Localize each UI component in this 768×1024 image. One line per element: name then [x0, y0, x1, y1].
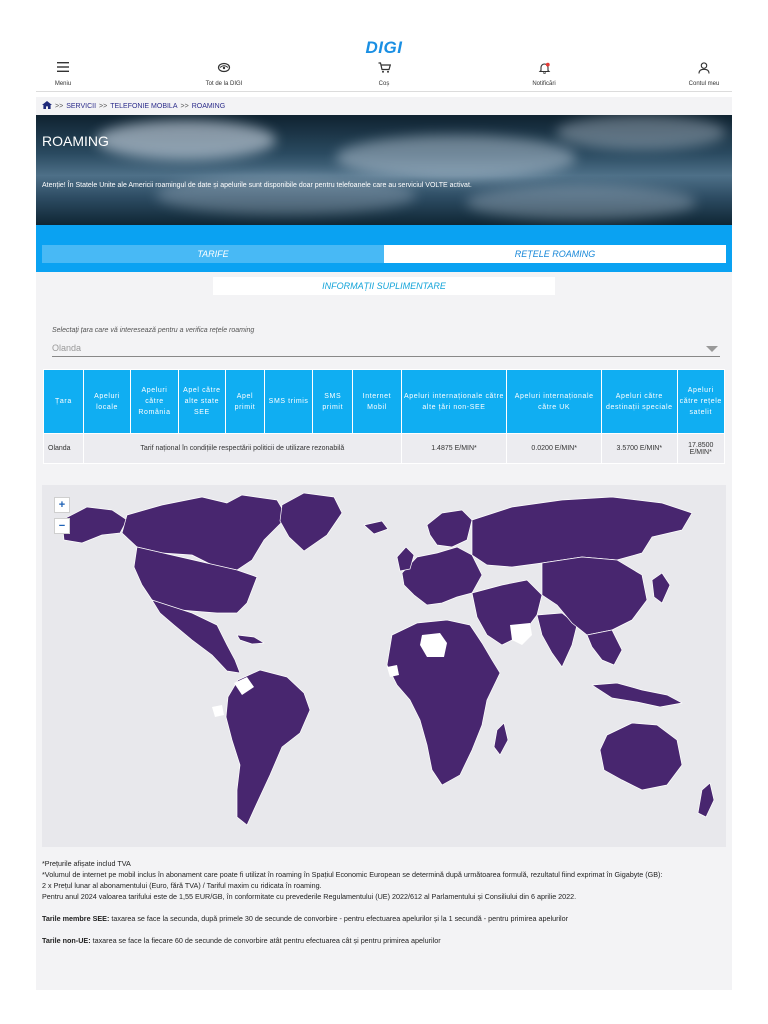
hero-banner: ROAMING Atenție! În Statele Unite ale Am…: [36, 115, 732, 225]
map-region-new-zealand: [697, 782, 715, 818]
th-apel-see: Apel către alte state SEE: [177, 369, 227, 434]
hero-cloud: [336, 135, 576, 180]
country-select-label: Selectați țara care vă interesează pentr…: [52, 327, 255, 334]
footnote-non-ue-label: Tarile non-UE:: [42, 936, 91, 945]
footnote-see-label: Tarile membre SEE:: [42, 914, 110, 923]
map-region-excluded-afghanistan: [510, 623, 532, 645]
th-apeluri-locale: Apeluri locale: [82, 369, 132, 434]
chevron-down-icon[interactable]: [706, 346, 718, 352]
th-sms-trimis: SMS trimis: [263, 369, 314, 434]
tab-tarife[interactable]: TARIFE: [42, 245, 384, 263]
digi-logo[interactable]: DIGI: [0, 38, 768, 58]
tab-retele-roaming[interactable]: REȚELE ROAMING: [384, 245, 726, 263]
page-title: ROAMING: [42, 133, 109, 149]
footnote-non-ue: Tarile non-UE: taxarea se face la fiecar…: [42, 935, 726, 946]
map-region-japan: [651, 572, 671, 604]
th-apeluri-non-see: Apeluri internaționale către alte țări n…: [400, 369, 508, 434]
cell-special: 3.5700 E/MIN*: [601, 433, 678, 464]
volte-notice: Atenție! În Statele Unite ale Americii r…: [42, 182, 472, 189]
cell-satellite: 17.8500 E/MIN*: [676, 433, 726, 464]
breadcrumb: >> SERVICII >> TELEFONIE MOBILA >> ROAMI…: [42, 101, 225, 111]
nav-notificari-label: Notificări: [532, 81, 556, 87]
nav-cos-label: Coș: [378, 81, 390, 87]
user-icon: [669, 62, 739, 80]
nav-digi-label: Tot de la DIGI: [205, 81, 243, 87]
th-apel-primit: Apel primit: [225, 369, 265, 434]
breadcrumb-roaming[interactable]: ROAMING: [192, 103, 225, 110]
breadcrumb-separator: >>: [180, 102, 189, 110]
map-region-madagascar: [493, 722, 509, 756]
map-region-caribbean: [236, 634, 265, 645]
footnote-see: Tarile membre SEE: taxarea se face la se…: [42, 913, 726, 924]
hero-cloud: [96, 120, 276, 160]
cell-national-tariff: Tarif național în condițiile respectării…: [82, 433, 402, 464]
country-select-value: Olanda: [52, 343, 82, 353]
map-region-scandinavia: [426, 509, 473, 548]
nav-tot-de-la-digi[interactable]: Tot de la DIGI: [189, 60, 259, 87]
map-region-iceland: [363, 520, 389, 535]
map-region-alaska: [61, 506, 128, 544]
footnotes: *Prețurile afișate includ TVA *Volumul d…: [42, 858, 726, 946]
map-zoom-out-button[interactable]: −: [54, 518, 70, 534]
map-region-south-america: [225, 669, 311, 826]
logo-text: DIGI: [365, 38, 403, 57]
menu-icon: [28, 62, 98, 80]
world-map-svg[interactable]: [42, 485, 726, 847]
map-region-australia: [599, 722, 683, 791]
nav-cos[interactable]: Coș: [349, 60, 419, 87]
map-region-greenland: [279, 492, 343, 552]
map-region-russia: [471, 496, 693, 568]
country-select[interactable]: Olanda: [52, 341, 720, 357]
footnote-see-text: taxarea se face la secunda, după primele…: [109, 914, 569, 923]
th-retele-satelit: Apeluri către rețele satelit: [676, 369, 726, 434]
footnote-formula: 2 x Prețul lunar al abonamentului (Euro,…: [42, 881, 322, 890]
roaming-rates-table: Țara Apeluri locale Apeluri către Români…: [43, 369, 726, 464]
roaming-world-map[interactable]: + −: [42, 485, 726, 847]
footnote-vat: *Prețurile afișate includ TVA: [42, 859, 131, 868]
nav-notificari[interactable]: Notificări: [509, 60, 579, 87]
hero-cloud: [466, 185, 696, 220]
bell-icon: [509, 62, 579, 80]
table-row: Olanda Tarif național în condițiile resp…: [43, 433, 726, 464]
map-region-southeast-asia: [586, 629, 623, 666]
nav-contul-meu-label: Contul meu: [688, 81, 720, 87]
th-apeluri-romania: Apeluri către România: [130, 369, 179, 434]
table-header-row: Țara Apeluri locale Apeluri către Români…: [43, 369, 726, 434]
tab-informatii-suplimentare[interactable]: INFORMAȚII SUPLIMENTARE: [213, 277, 555, 295]
map-region-indonesia: [591, 682, 683, 708]
th-apeluri-uk: Apeluri internaționale către UK: [506, 369, 603, 434]
hero-cloud: [156, 175, 416, 215]
footnote-gap: [42, 902, 726, 913]
digi-icon: [189, 62, 259, 80]
breadcrumb-telefonie-mobila[interactable]: TELEFONIE MOBILA: [110, 103, 177, 110]
tab-bar: TARIFE REȚELE ROAMING: [36, 225, 732, 272]
cell-uk: 0.0200 E/MIN*: [506, 433, 603, 464]
th-internet-mobil: Internet Mobil: [352, 369, 402, 434]
map-region-excluded-sahara: [387, 665, 399, 677]
cart-icon: [349, 62, 419, 80]
th-tara: Țara: [43, 369, 84, 434]
footnote-non-ue-text: taxarea se face la fiecare 60 de secunde…: [90, 936, 441, 945]
map-region-excluded-guiana: [212, 705, 224, 717]
breadcrumb-separator: >>: [99, 102, 108, 110]
page-content: >> SERVICII >> TELEFONIE MOBILA >> ROAMI…: [36, 97, 732, 990]
cell-non-see: 1.4875 E/MIN*: [400, 433, 508, 464]
hero-cloud: [556, 115, 726, 150]
cell-country: Olanda: [43, 433, 84, 464]
footnote-tariff-2024: Pentru anul 2024 valoarea tarifului este…: [42, 892, 577, 901]
nav-contul-meu[interactable]: Contul meu: [669, 60, 739, 87]
top-navigation: Meniu Tot de la DIGI Coș Notificări Cont…: [36, 60, 732, 92]
th-destinatii-speciale: Apeluri către destinații speciale: [601, 369, 678, 434]
map-zoom-in-button[interactable]: +: [54, 497, 70, 513]
th-sms-primit: SMS primit: [312, 369, 354, 434]
breadcrumb-servicii[interactable]: SERVICII: [66, 103, 96, 110]
footnote-internet-volume: *Volumul de internet pe mobil inclus în …: [42, 870, 663, 879]
footnote-gap: [42, 924, 726, 935]
breadcrumb-separator: >>: [55, 102, 64, 110]
nav-menu-label: Meniu: [54, 81, 72, 87]
home-icon[interactable]: [42, 101, 52, 111]
nav-menu[interactable]: Meniu: [28, 60, 98, 87]
